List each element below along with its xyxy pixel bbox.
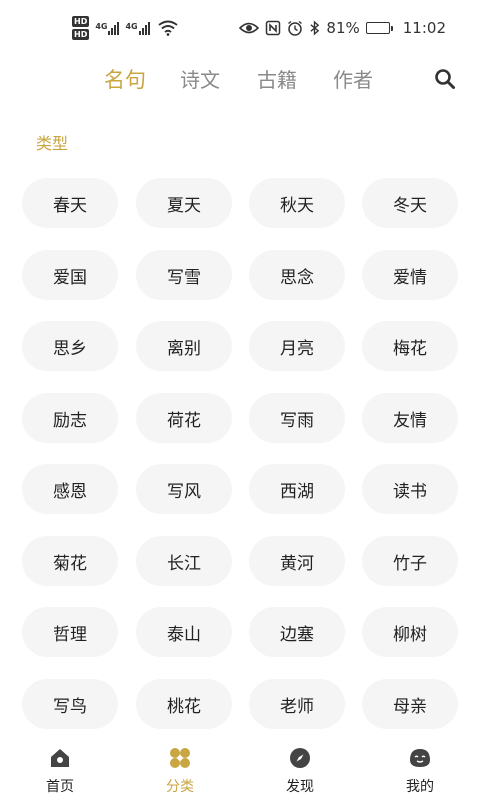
category-chip[interactable]: 写雨	[249, 393, 345, 443]
signal-1: 4G	[95, 21, 120, 35]
battery-percent: 81%	[326, 19, 360, 37]
battery-icon	[365, 22, 393, 34]
network-type-1: 4G	[95, 21, 108, 31]
category-icon	[170, 748, 190, 768]
status-bar: HD HD 4G 4G 81% 11:02	[0, 0, 480, 60]
category-chip[interactable]: 读书	[362, 464, 458, 514]
category-chip[interactable]: 母亲	[362, 679, 458, 729]
bluetooth-icon	[310, 20, 320, 36]
compass-icon	[290, 748, 310, 768]
signal-bar-icon	[138, 30, 141, 35]
signal-bar-icon	[111, 27, 114, 35]
section-title-type: 类型	[36, 134, 69, 153]
nav-home[interactable]: 首页	[10, 738, 110, 800]
category-chip[interactable]: 月亮	[249, 321, 345, 371]
category-chip[interactable]: 桃花	[136, 679, 232, 729]
nav-mine-label: 我的	[406, 779, 434, 795]
category-chip[interactable]: 冬天	[362, 178, 458, 228]
nav-mine[interactable]: 我的	[370, 738, 470, 800]
search-icon[interactable]	[434, 68, 456, 90]
nav-discover-label: 发现	[286, 779, 314, 795]
category-chip[interactable]: 柳树	[362, 607, 458, 657]
top-tab-bar: 名句 诗文 古籍 作者	[0, 60, 480, 100]
hd-indicators: HD HD	[72, 16, 90, 40]
category-chip[interactable]: 秋天	[249, 178, 345, 228]
tab-famous-quotes[interactable]: 名句	[104, 64, 146, 94]
tab-poems[interactable]: 诗文	[180, 64, 220, 93]
category-chip[interactable]: 爱情	[362, 250, 458, 300]
category-chip[interactable]: 长江	[136, 536, 232, 586]
nav-home-label: 首页	[46, 779, 74, 795]
category-chip[interactable]: 励志	[22, 393, 118, 443]
signal-bar-icon	[114, 24, 117, 35]
signal-2: 4G	[125, 21, 150, 35]
bottom-nav: 首页 分类 发现 我的	[0, 738, 480, 800]
wifi-icon	[158, 20, 178, 36]
alarm-clock-icon	[288, 20, 303, 36]
category-chip[interactable]: 春天	[22, 178, 118, 228]
category-chip[interactable]: 哲理	[22, 607, 118, 657]
clock-time: 11:02	[402, 19, 446, 37]
profile-face-icon	[410, 749, 430, 767]
category-chip[interactable]: 荷花	[136, 393, 232, 443]
tab-ancient-books[interactable]: 古籍	[257, 64, 297, 93]
eye-icon	[239, 22, 260, 34]
category-chip[interactable]: 思念	[249, 250, 345, 300]
status-left-cluster: HD HD 4G 4G	[72, 16, 178, 40]
signal-bar-icon	[144, 24, 147, 35]
signal-bar-icon	[141, 27, 144, 35]
hd-badge-2: HD	[72, 29, 90, 40]
signal-bar-icon	[147, 21, 150, 35]
home-icon	[51, 749, 69, 767]
category-chip[interactable]: 梅花	[362, 321, 458, 371]
nav-discover[interactable]: 发现	[250, 738, 350, 800]
hd-badge-1: HD	[72, 16, 90, 27]
nfc-icon	[266, 20, 281, 36]
tab-authors[interactable]: 作者	[333, 64, 373, 93]
category-chip[interactable]: 泰山	[136, 607, 232, 657]
category-chip[interactable]: 友情	[362, 393, 458, 443]
network-type-2: 4G	[125, 21, 138, 31]
category-chip[interactable]: 竹子	[362, 536, 458, 586]
category-chip[interactable]: 感恩	[22, 464, 118, 514]
category-chip[interactable]: 写风	[136, 464, 232, 514]
category-chip[interactable]: 边塞	[249, 607, 345, 657]
category-chip[interactable]: 写鸟	[22, 679, 118, 729]
category-chip[interactable]: 老师	[249, 679, 345, 729]
nav-category-label: 分类	[166, 779, 194, 795]
category-chip[interactable]: 夏天	[136, 178, 232, 228]
signal-bar-icon	[117, 21, 120, 35]
category-chip[interactable]: 写雪	[136, 250, 232, 300]
category-chip[interactable]: 西湖	[249, 464, 345, 514]
signal-bar-icon	[108, 30, 111, 35]
category-chip[interactable]: 离别	[136, 321, 232, 371]
category-chip[interactable]: 黄河	[249, 536, 345, 586]
status-right-cluster: 81% 11:02	[239, 19, 446, 37]
category-chip[interactable]: 思乡	[22, 321, 118, 371]
category-chip[interactable]: 爱国	[22, 250, 118, 300]
nav-category[interactable]: 分类	[130, 738, 230, 800]
category-chip[interactable]: 菊花	[22, 536, 118, 586]
